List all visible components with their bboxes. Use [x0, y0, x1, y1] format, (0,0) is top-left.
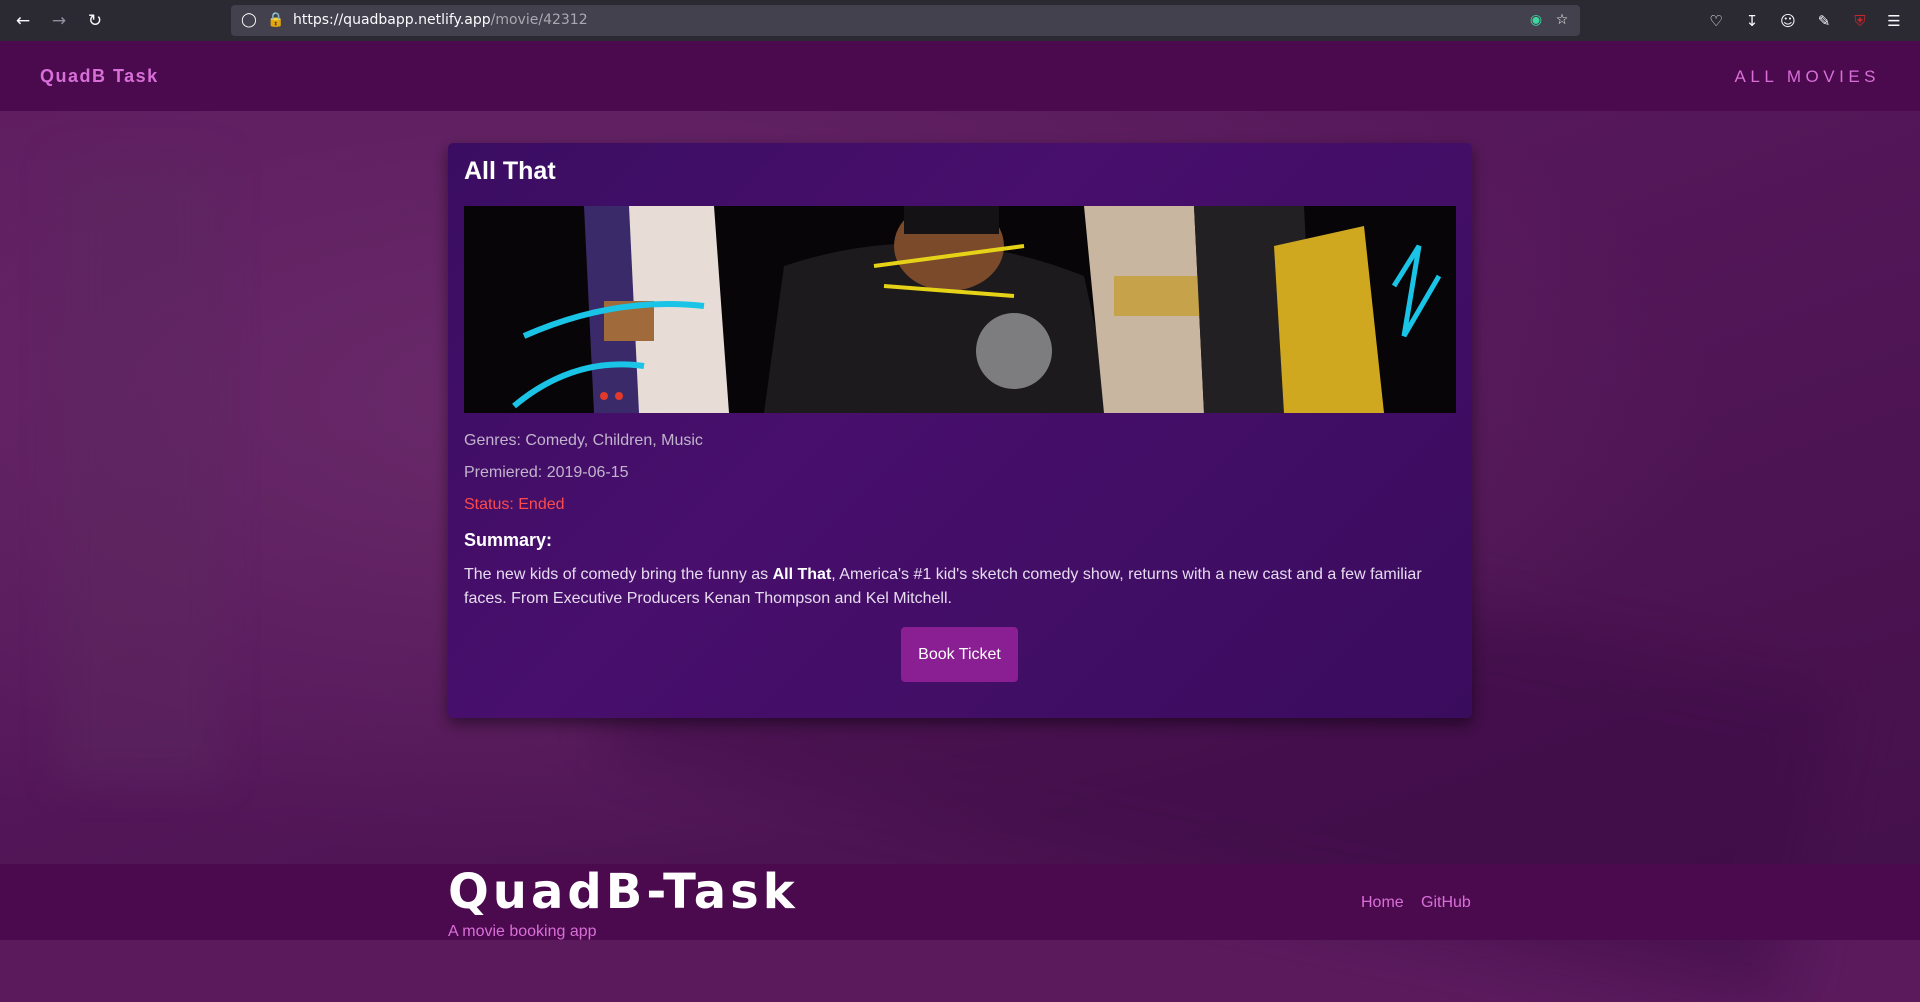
- browser-toolbar: ← → ↻ ◯ 🔒 https://quadbapp.netlify.app/m…: [0, 0, 1920, 42]
- footer-title: QuadB-Task: [448, 864, 799, 920]
- extensions-icon[interactable]: ✎: [1814, 11, 1834, 31]
- movie-summary: The new kids of comedy bring the funny a…: [464, 563, 1454, 611]
- footer-github-link[interactable]: GitHub: [1421, 894, 1471, 912]
- account-icon[interactable]: ☺: [1778, 11, 1798, 31]
- reload-icon[interactable]: ↻: [84, 10, 106, 32]
- extension-icon[interactable]: ◉: [1528, 12, 1544, 28]
- footer-home-link[interactable]: Home: [1361, 894, 1404, 912]
- ublock-icon[interactable]: ⛨: [1850, 11, 1870, 31]
- movie-banner-image: [464, 206, 1456, 413]
- site-footer: QuadB-Task A movie booking app Home GitH…: [0, 864, 1920, 940]
- book-ticket-button[interactable]: Book Ticket: [901, 627, 1018, 682]
- site-navbar: QuadB Task ALL MOVIES: [0, 41, 1920, 111]
- movie-status: Status: Ended: [464, 496, 565, 513]
- address-bar[interactable]: ◯ 🔒 https://quadbapp.netlify.app/movie/4…: [231, 5, 1580, 36]
- background-blur: [60, 161, 220, 781]
- url-text[interactable]: https://quadbapp.netlify.app/movie/42312: [293, 12, 588, 28]
- all-movies-link[interactable]: ALL MOVIES: [1735, 67, 1880, 87]
- movie-card: All That Genres: Comedy, Children, Music…: [448, 143, 1472, 718]
- summary-text-prefix: The new kids of comedy bring the funny a…: [464, 566, 773, 583]
- url-path: /movie/42312: [490, 12, 588, 28]
- summary-heading: Summary:: [464, 530, 553, 550]
- footer-subtitle: A movie booking app: [448, 923, 597, 940]
- forward-icon[interactable]: →: [48, 10, 70, 32]
- pocket-icon[interactable]: ♡: [1706, 11, 1726, 31]
- bookmark-star-icon[interactable]: ☆: [1554, 12, 1570, 28]
- movie-genres: Genres: Comedy, Children, Music: [464, 432, 703, 449]
- movie-premiered: Premiered: 2019-06-15: [464, 464, 629, 481]
- download-icon[interactable]: ↧: [1742, 11, 1762, 31]
- shield-icon[interactable]: ◯: [241, 12, 257, 28]
- brand-logo[interactable]: QuadB Task: [40, 66, 159, 87]
- lock-icon[interactable]: 🔒: [267, 12, 284, 28]
- movie-title: All That: [464, 157, 556, 185]
- back-icon[interactable]: ←: [12, 10, 34, 32]
- summary-text-bold: All That: [772, 566, 832, 583]
- menu-icon[interactable]: ☰: [1884, 11, 1904, 31]
- url-host: https://quadbapp.netlify.app: [293, 12, 491, 28]
